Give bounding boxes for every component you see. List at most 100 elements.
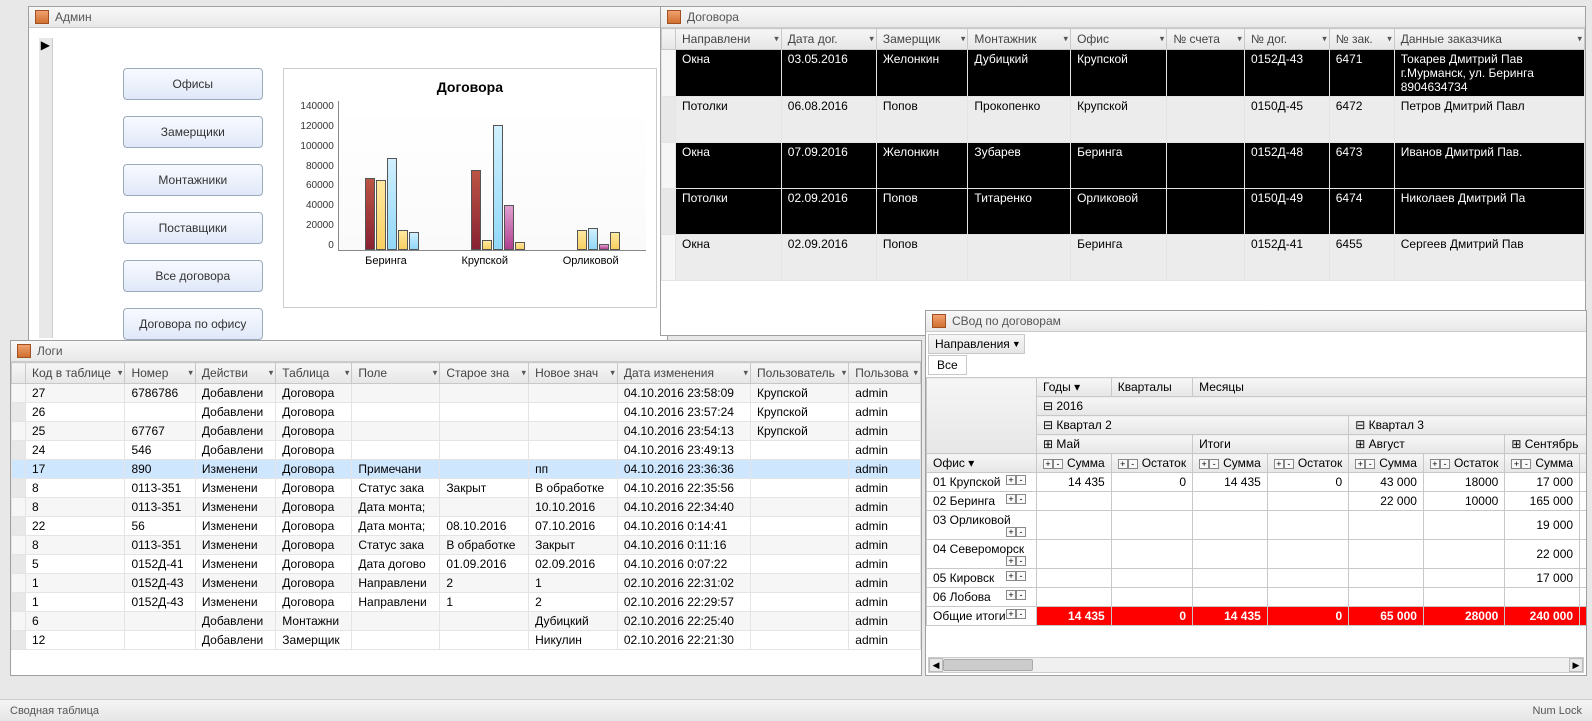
cell[interactable]: 01.09.2016 xyxy=(440,555,529,574)
cell[interactable]: 0152Д-43 xyxy=(1244,50,1329,97)
cell[interactable]: Договора xyxy=(276,441,352,460)
cell[interactable]: Дата монта; xyxy=(352,517,440,536)
pivot-titlebar[interactable]: СВод по договорам xyxy=(926,311,1586,332)
cell[interactable]: Договора xyxy=(276,498,352,517)
cell[interactable]: 6471 xyxy=(1329,50,1394,97)
cell[interactable]: 26 xyxy=(26,403,125,422)
pivot-table[interactable]: Годы ▾КварталыМесяцы⊟ 2016⊟ Квартал 2⊟ К… xyxy=(926,377,1586,626)
cell[interactable]: 27 xyxy=(26,384,125,403)
cell[interactable]: 10.10.2016 xyxy=(529,498,618,517)
cell[interactable]: 17 xyxy=(26,460,125,479)
cell[interactable]: 1 xyxy=(26,593,125,612)
cell[interactable] xyxy=(125,631,195,650)
cell[interactable]: admin xyxy=(849,479,921,498)
cell[interactable]: Токарев Дмитрий Павг.Мурманск, ул. Берин… xyxy=(1394,50,1584,97)
cell[interactable]: Статус зака xyxy=(352,479,440,498)
cell[interactable]: Дубицкий xyxy=(529,612,618,631)
pivot-filter-value[interactable]: Все xyxy=(928,355,967,375)
cell[interactable]: Статус зака xyxy=(352,536,440,555)
nav-btn-2[interactable]: Монтажники xyxy=(123,164,263,196)
cell[interactable] xyxy=(1167,189,1245,235)
cell[interactable]: Закрыт xyxy=(529,536,618,555)
cell[interactable]: admin xyxy=(849,593,921,612)
col-header[interactable]: Новое знач▾ xyxy=(529,363,618,384)
cell[interactable]: 0113-351 xyxy=(125,479,195,498)
cell[interactable] xyxy=(440,498,529,517)
cell[interactable]: Крупской xyxy=(751,384,849,403)
cell[interactable]: 25 xyxy=(26,422,125,441)
cell[interactable]: Изменени xyxy=(195,460,275,479)
cell[interactable]: Желонкин xyxy=(876,50,968,97)
cell[interactable]: Замерщик xyxy=(276,631,352,650)
contracts-grid[interactable]: Направлени▾Дата дог.▾Замерщик▾Монтажник▾… xyxy=(661,28,1585,281)
cell[interactable] xyxy=(751,498,849,517)
cell[interactable]: 8 xyxy=(26,498,125,517)
col-header[interactable]: Дата изменения▾ xyxy=(617,363,750,384)
cell[interactable]: 6472 xyxy=(1329,97,1394,143)
cell[interactable] xyxy=(968,235,1071,281)
col-header[interactable]: Дата дог.▾ xyxy=(781,29,876,50)
cell[interactable]: 0152Д-48 xyxy=(1244,143,1329,189)
cell[interactable]: 04.10.2016 0:11:16 xyxy=(617,536,750,555)
cell[interactable]: admin xyxy=(849,555,921,574)
cell[interactable] xyxy=(1167,143,1245,189)
cell[interactable]: 546 xyxy=(125,441,195,460)
cell[interactable]: Крупской xyxy=(751,422,849,441)
cell[interactable]: Договора xyxy=(276,460,352,479)
col-header[interactable]: Старое зна▾ xyxy=(440,363,529,384)
nav-btn-3[interactable]: Поставщики xyxy=(123,212,263,244)
cell[interactable]: Беринга xyxy=(1071,235,1167,281)
col-header[interactable]: № счета▾ xyxy=(1167,29,1245,50)
cell[interactable] xyxy=(440,384,529,403)
cell[interactable] xyxy=(751,555,849,574)
scroll-left-icon[interactable]: ◀ xyxy=(929,658,943,672)
cell[interactable] xyxy=(529,441,618,460)
cell[interactable] xyxy=(1167,97,1245,143)
cell[interactable] xyxy=(751,631,849,650)
cell[interactable]: Добавлени xyxy=(195,612,275,631)
cell[interactable] xyxy=(751,593,849,612)
cell[interactable]: Попов xyxy=(876,235,968,281)
cell[interactable]: пп xyxy=(529,460,618,479)
cell[interactable] xyxy=(751,479,849,498)
cell[interactable]: 04.10.2016 0:07:22 xyxy=(617,555,750,574)
nav-btn-1[interactable]: Замерщики xyxy=(123,116,263,148)
cell[interactable]: 04.10.2016 22:35:56 xyxy=(617,479,750,498)
cell[interactable]: Окна xyxy=(676,143,782,189)
cell[interactable]: 04.10.2016 23:57:24 xyxy=(617,403,750,422)
cell[interactable]: 0150Д-45 xyxy=(1244,97,1329,143)
cell[interactable]: 56 xyxy=(125,517,195,536)
cell[interactable]: 5 xyxy=(26,555,125,574)
cell[interactable]: Никулин xyxy=(529,631,618,650)
cell[interactable]: admin xyxy=(849,574,921,593)
cell[interactable]: 1 xyxy=(529,574,618,593)
cell[interactable]: 02.10.2016 22:31:02 xyxy=(617,574,750,593)
cell[interactable] xyxy=(751,441,849,460)
cell[interactable] xyxy=(440,403,529,422)
cell[interactable]: 04.10.2016 22:34:40 xyxy=(617,498,750,517)
cell[interactable] xyxy=(352,631,440,650)
cell[interactable]: Потолки xyxy=(676,97,782,143)
cell[interactable]: Закрыт xyxy=(440,479,529,498)
cell[interactable] xyxy=(352,612,440,631)
cell[interactable]: 04.10.2016 23:58:09 xyxy=(617,384,750,403)
cell[interactable]: 67767 xyxy=(125,422,195,441)
cell[interactable]: 02.10.2016 22:29:57 xyxy=(617,593,750,612)
cell[interactable] xyxy=(1167,235,1245,281)
cell[interactable]: admin xyxy=(849,460,921,479)
cell[interactable]: Добавлени xyxy=(195,384,275,403)
cell[interactable]: 07.10.2016 xyxy=(529,517,618,536)
logs-grid[interactable]: Код в таблице▾Номер▾Действи▾Таблица▾Поле… xyxy=(11,362,921,650)
cell[interactable]: Дата догово xyxy=(352,555,440,574)
cell[interactable]: 0152Д-41 xyxy=(125,555,195,574)
cell[interactable]: Договора xyxy=(276,422,352,441)
cell[interactable]: Договора xyxy=(276,479,352,498)
cell[interactable]: Договора xyxy=(276,517,352,536)
cell[interactable]: Направлени xyxy=(352,574,440,593)
cell[interactable]: 0152Д-41 xyxy=(1244,235,1329,281)
cell[interactable]: 24 xyxy=(26,441,125,460)
cell[interactable]: admin xyxy=(849,403,921,422)
cell[interactable]: 1 xyxy=(26,574,125,593)
cell[interactable] xyxy=(529,422,618,441)
cell[interactable]: Крупской xyxy=(1071,50,1167,97)
